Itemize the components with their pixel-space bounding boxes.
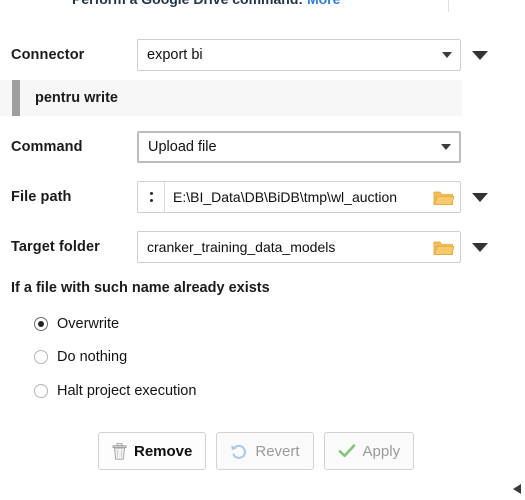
triangle-down-glyph [472,192,488,202]
file-path-expand-icon[interactable] [470,181,490,213]
revert-button[interactable]: Revert [216,432,314,470]
note-accent-bar [12,80,20,116]
dot-glyph [149,192,153,195]
radio-label: Overwrite [57,316,120,332]
connector-note-row[interactable]: pentru write [0,80,462,116]
revert-button-label: Revert [255,442,300,460]
header-divider [448,0,449,12]
connector-value: export bi [147,47,203,63]
target-folder-input[interactable]: cranker_training_data_models [138,232,426,262]
file-path-label: File path [11,189,72,205]
file-path-browse-button[interactable] [426,182,460,212]
target-folder-browse-button[interactable] [426,232,460,262]
check-icon [338,444,355,458]
radio-option-do-nothing[interactable]: Do nothing [34,346,127,368]
chevron-down-glyph [441,144,451,150]
file-path-input[interactable]: E:\BI_Data\DB\BiDB\tmp\wl_auction [165,182,426,212]
target-folder-field[interactable]: cranker_training_data_models [137,231,461,263]
trash-icon [112,442,127,460]
chevron-down-icon[interactable] [434,40,460,70]
file-path-row: File path E:\BI_Data\DB\BiDB\tmp\wl_auct… [0,180,525,214]
action-button-bar: Remove Revert Apply [0,430,525,472]
cursor-arrow-icon [513,484,521,494]
apply-button[interactable]: Apply [323,432,415,470]
more-link[interactable]: More [307,0,340,7]
remove-button-label: Remove [134,442,193,460]
file-exists-caption: If a file with such name already exists [11,280,270,296]
radio-indicator[interactable] [34,384,48,398]
page-title: Perform a Google Drive command: More [72,0,340,7]
radio-option-halt-project-execution[interactable]: Halt project execution [34,380,196,402]
file-path-field[interactable]: E:\BI_Data\DB\BiDB\tmp\wl_auction [137,181,461,213]
command-value: Upload file [148,139,217,155]
chevron-down-glyph [442,52,452,58]
triangle-down-glyph [472,242,488,252]
command-label: Command [11,139,83,155]
target-folder-label: Target folder [11,239,100,255]
radio-label: Do nothing [57,349,128,365]
radio-option-overwrite[interactable]: Overwrite [34,313,119,335]
connector-note-text: pentru write [35,90,118,106]
connector-expand-icon[interactable] [470,39,490,71]
target-folder-row: Target folder cranker_training_data_mode… [0,230,525,264]
target-folder-expand-icon[interactable] [470,231,490,263]
undo-icon [231,444,247,459]
remove-button[interactable]: Remove [98,432,207,470]
command-row: Command Upload file [0,130,525,164]
connector-label: Connector [11,47,85,63]
folder-open-icon [433,241,454,255]
page-title-text: Perform a Google Drive command: [72,0,303,7]
chevron-down-icon[interactable] [433,133,459,161]
radio-indicator[interactable] [34,317,48,331]
radio-label: Halt project execution [57,383,197,399]
radio-indicator[interactable] [34,350,48,364]
connector-combobox[interactable]: export bi [137,39,461,71]
command-combobox[interactable]: Upload file [137,131,461,163]
more-vertical-icon[interactable] [138,182,165,212]
folder-open-icon [433,191,454,205]
dot-glyph [149,199,153,202]
triangle-down-glyph [472,50,488,60]
page-header-strip: Perform a Google Drive command: More [0,0,525,8]
apply-button-label: Apply [362,442,401,460]
connector-row: Connector export bi [0,38,525,72]
